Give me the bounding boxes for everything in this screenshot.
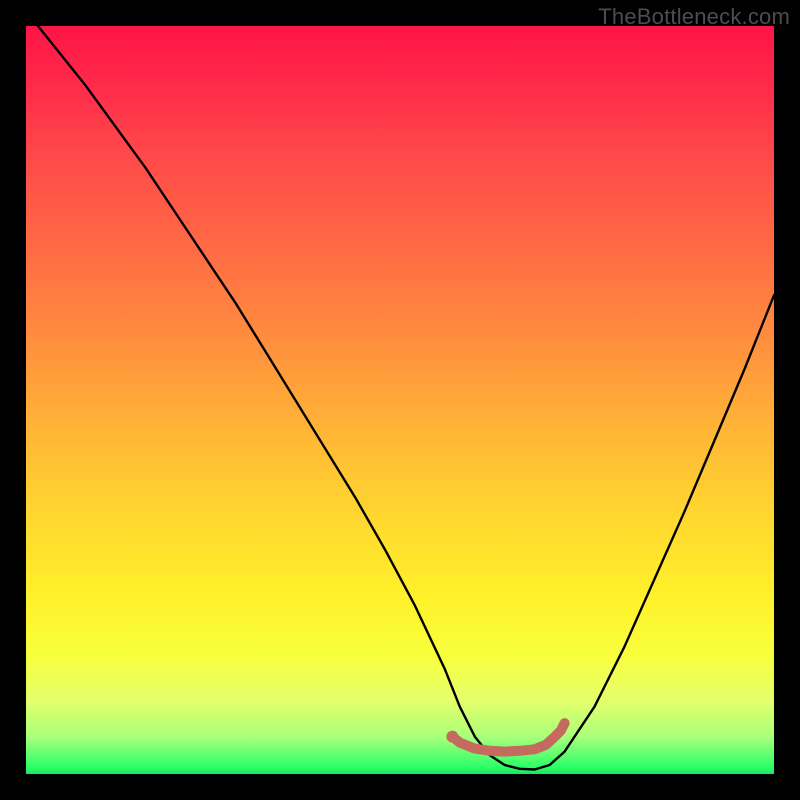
chart-svg: [26, 26, 774, 774]
highlight-start-dot: [446, 731, 458, 743]
chart-plot-area: [26, 26, 774, 774]
watermark-text: TheBottleneck.com: [598, 4, 790, 30]
chart-frame: TheBottleneck.com: [0, 0, 800, 800]
series-curve: [26, 26, 774, 770]
